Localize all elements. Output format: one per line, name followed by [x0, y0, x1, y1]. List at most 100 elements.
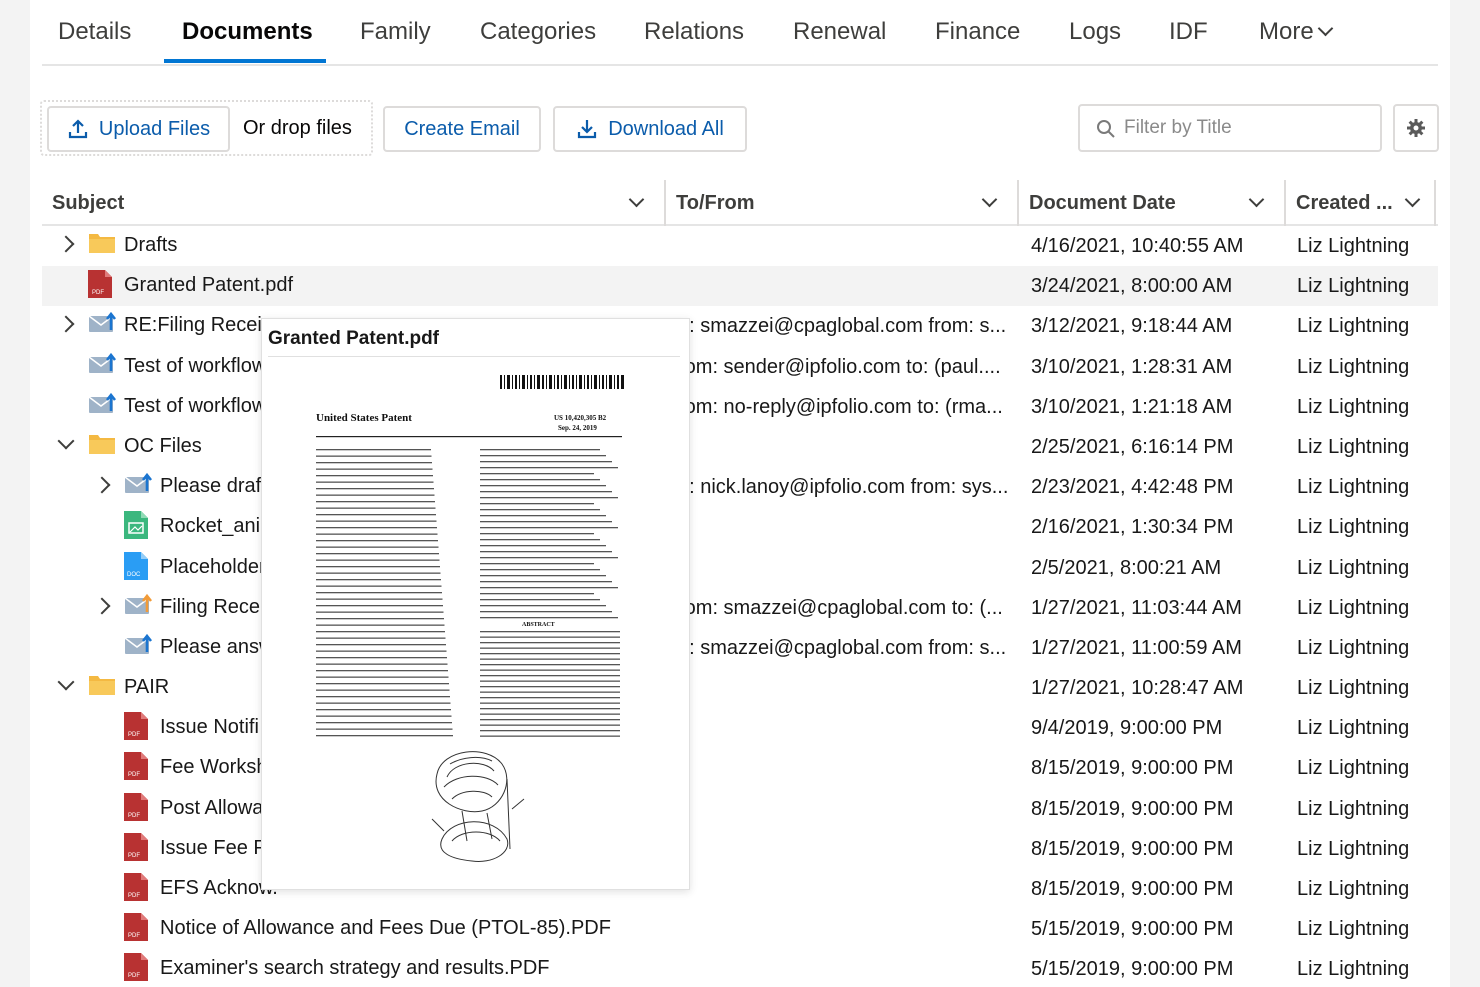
search-icon — [1097, 120, 1115, 138]
document-subject-link[interactable]: Examiner's search strategy and results.P… — [160, 957, 550, 980]
document-subject-link[interactable]: Test of workflow — [124, 355, 266, 378]
document-subject-link[interactable]: Placeholder — [160, 556, 266, 579]
table-row[interactable]: OC Files 2/25/2021, 6:16:14 PM Liz Lightni… — [42, 427, 1438, 467]
doc-text-line — [316, 624, 445, 626]
document-subject-link[interactable]: Post Allowa — [160, 797, 263, 820]
table-row[interactable]: Rocket_anir 2/16/2021, 1:30:34 PM Liz Ligh… — [42, 507, 1438, 547]
table-row[interactable]: Please draft o: nick.lanoy@ipfolio.com fr… — [42, 467, 1438, 507]
document-subject-link[interactable]: Notice of Allowance and Fees Due (PTOL-8… — [160, 917, 611, 940]
document-subject-link[interactable]: Please draft — [160, 475, 267, 498]
doc-text-line — [316, 527, 437, 529]
doc-text-line — [316, 559, 440, 561]
table-row[interactable]: PDF Notice of Allowance and Fees Due (PTO… — [42, 909, 1438, 949]
document-subject-link[interactable]: Issue Notifi — [160, 716, 259, 739]
doc-text-line — [316, 709, 451, 711]
tab-relations[interactable]: Relations — [644, 18, 744, 46]
svg-text:PDF: PDF — [128, 732, 140, 738]
table-row[interactable]: Filing Recei rom: smazzei@cpaglobal.com t… — [42, 588, 1438, 628]
document-subject-link[interactable]: Test of workflow — [124, 395, 266, 418]
chevron-down-icon[interactable] — [1248, 191, 1265, 208]
doc-text-line — [480, 669, 620, 671]
table-row[interactable]: Please answ o: smazzei@cpaglobal.com from… — [42, 628, 1438, 668]
chevron-right-icon[interactable] — [93, 476, 111, 494]
created-by-cell: Liz Lightning — [1297, 717, 1410, 740]
chevron-right-icon[interactable] — [57, 235, 75, 253]
doc-text-line — [316, 468, 433, 470]
doc-text-line — [316, 618, 444, 620]
svg-text:PDF: PDF — [128, 973, 140, 979]
document-subject-link[interactable]: Please answ — [160, 636, 273, 659]
doc-text-line — [480, 557, 618, 559]
chevron-down-icon[interactable] — [57, 673, 75, 691]
table-row[interactable]: PAIR 1/27/2021, 10:28:47 AM Liz Lightning — [42, 668, 1438, 708]
doc-text-line — [480, 642, 620, 644]
table-row[interactable]: Test of workflow rom: sender@ipfolio.com … — [42, 347, 1438, 387]
chevron-right-icon[interactable] — [57, 315, 75, 333]
tab-more[interactable]: More — [1259, 18, 1333, 46]
column-header-to-from[interactable]: To/From — [666, 180, 1017, 226]
table-row[interactable]: PDF Examiner's search strategy and result… — [42, 949, 1438, 987]
table-row[interactable]: PDF EFS Acknow. 8/15/2019, 9:00:00 PM Liz L… — [42, 869, 1438, 909]
column-header-document-date[interactable]: Document Date — [1019, 180, 1284, 226]
doc-text-line — [316, 540, 438, 542]
table-row[interactable]: PDF Fee Worksh 8/15/2019, 9:00:00 PM Liz Li… — [42, 748, 1438, 788]
tab-logs[interactable]: Logs — [1069, 18, 1121, 46]
svg-text:PDF: PDF — [128, 853, 140, 859]
tab-finance[interactable]: Finance — [935, 18, 1020, 46]
doc-text-line — [316, 546, 439, 548]
table-row[interactable]: DOC Placeholder 2/5/2021, 8:00:21 AM Liz Li… — [42, 548, 1438, 588]
table-row[interactable]: Drafts 4/16/2021, 10:40:55 AM Liz Lightnin… — [42, 226, 1438, 266]
tab-categories[interactable]: Categories — [480, 18, 596, 46]
divider — [268, 356, 680, 357]
tab-documents[interactable]: Documents — [182, 18, 313, 46]
tab-family[interactable]: Family — [360, 18, 431, 46]
table-row[interactable]: PDF Post Allowa 8/15/2019, 9:00:00 PM Liz L… — [42, 789, 1438, 829]
document-date-cell: 8/15/2019, 9:00:00 PM — [1031, 757, 1234, 780]
doc-text-line — [316, 683, 449, 685]
column-resize-handle[interactable] — [1434, 180, 1436, 226]
table-row[interactable]: PDF Issue Notifi 9/4/2019, 9:00:00 PM Liz L… — [42, 708, 1438, 748]
create-email-button[interactable]: Create Email — [383, 106, 541, 152]
column-header-subject[interactable]: Subject — [42, 180, 664, 226]
table-row[interactable]: Test of workflow rom: no-reply@ipfolio.co… — [42, 387, 1438, 427]
document-date-cell: 3/10/2021, 1:28:31 AM — [1031, 355, 1233, 378]
tab-details[interactable]: Details — [58, 18, 131, 46]
created-by-cell: Liz Lightning — [1297, 435, 1410, 458]
chevron-down-icon[interactable] — [57, 432, 75, 450]
subject-cell: PDF Granted Patent.pdf — [42, 270, 662, 300]
tab-idf[interactable]: IDF — [1169, 18, 1208, 46]
chevron-down-icon[interactable] — [628, 191, 645, 208]
document-subject-link[interactable]: Rocket_anir — [160, 515, 267, 538]
tab-renewal[interactable]: Renewal — [793, 18, 886, 46]
created-by-cell: Liz Lightning — [1297, 677, 1410, 700]
doc-text-line — [480, 539, 600, 541]
settings-button[interactable] — [1393, 104, 1439, 152]
doc-text-line — [480, 708, 620, 710]
column-header-created[interactable]: Created ... — [1286, 180, 1434, 226]
document-subject-link[interactable]: RE:Filing Receip — [124, 314, 273, 337]
doc-text-line — [480, 533, 594, 535]
doc-text-line — [480, 521, 612, 523]
table-row[interactable]: PDF Granted Patent.pdf 3/24/2021, 8:00:00 … — [42, 266, 1438, 307]
document-subject-link[interactable]: Filing Recei — [160, 596, 264, 619]
created-by-cell: Liz Lightning — [1297, 797, 1410, 820]
chevron-right-icon[interactable] — [93, 597, 111, 615]
table-row[interactable]: RE:Filing Receip o: smazzei@cpaglobal.com… — [42, 306, 1438, 346]
document-subject-link[interactable]: Fee Worksh — [160, 756, 267, 779]
download-icon — [578, 120, 597, 139]
chevron-down-icon[interactable] — [1404, 191, 1421, 208]
document-date-cell: 2/5/2021, 8:00:21 AM — [1031, 556, 1222, 579]
document-subject-link[interactable]: PAIR — [124, 676, 169, 699]
document-subject-link[interactable]: Drafts — [124, 234, 177, 257]
download-all-button[interactable]: Download All — [553, 106, 747, 152]
pdf-file-icon: PDF — [124, 712, 148, 741]
filter-by-title-input[interactable] — [1124, 114, 1374, 142]
document-subject-link[interactable]: Granted Patent.pdf — [124, 274, 293, 297]
upload-files-button[interactable]: Upload Files — [47, 106, 230, 152]
document-subject-link[interactable]: OC Files — [124, 435, 202, 458]
doc-text-line — [316, 644, 446, 646]
chevron-down-icon[interactable] — [981, 191, 998, 208]
created-by-cell: Liz Lightning — [1297, 355, 1410, 378]
table-row[interactable]: PDF Issue Fee Pa 8/15/2019, 9:00:00 PM Liz … — [42, 829, 1438, 869]
doc-text-line — [316, 592, 442, 594]
